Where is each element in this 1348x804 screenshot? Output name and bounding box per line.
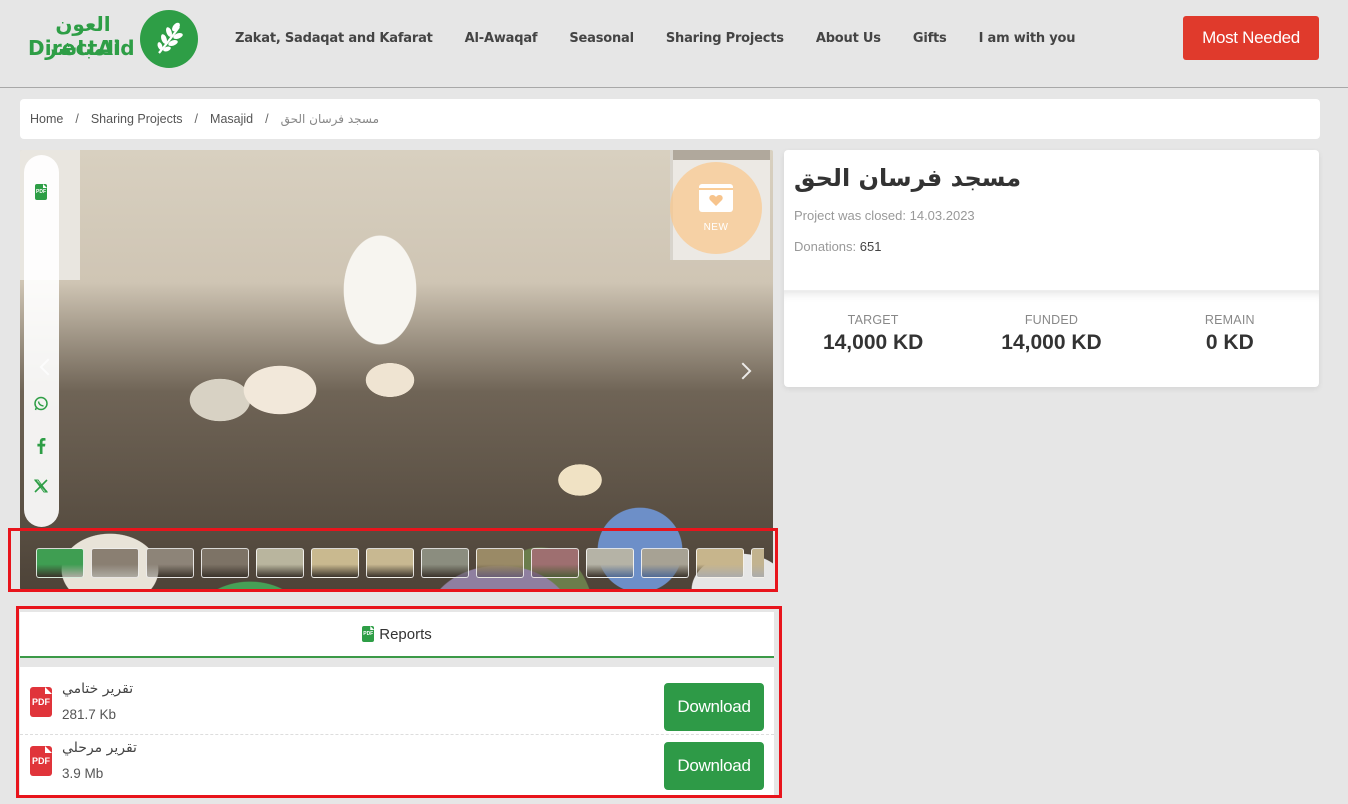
stat-target: TARGET 14,000 KD <box>784 291 962 387</box>
breadcrumb-masajid[interactable]: Masajid <box>210 112 253 126</box>
reports-list: PDF تقرير ختامي 281.7 Kb Download PDF تق… <box>20 667 774 795</box>
report-item: PDF تقرير مرحلي 3.9 Mb Download <box>20 736 774 794</box>
project-closed-date: Project was closed: 14.03.2023 <box>794 208 975 223</box>
gallery-thumbnail[interactable] <box>476 548 524 578</box>
project-title: مسجد فرسان الحق <box>794 164 1022 192</box>
new-badge-label: NEW <box>703 221 729 233</box>
gallery-thumbnail[interactable] <box>146 548 194 578</box>
breadcrumb-separator: / <box>265 112 269 126</box>
report-item: PDF تقرير ختامي 281.7 Kb Download <box>20 677 774 735</box>
stat-remain: REMAIN 0 KD <box>1141 291 1319 387</box>
stat-remain-value: 0 KD <box>1205 331 1254 354</box>
most-needed-button[interactable]: Most Needed <box>1183 16 1319 60</box>
breadcrumb-sharing-projects[interactable]: Sharing Projects <box>91 112 183 126</box>
gallery-thumbnail[interactable] <box>696 548 744 578</box>
donations-label: Donations: <box>794 239 860 254</box>
stat-target-label: TARGET <box>847 313 899 327</box>
gallery-thumbnail[interactable] <box>366 548 414 578</box>
nav-item-about-us[interactable]: About Us <box>816 31 881 46</box>
report-size: 3.9 Mb <box>62 766 104 781</box>
stat-funded: FUNDED 14,000 KD <box>962 291 1140 387</box>
nav-item-i-am-with-you[interactable]: I am with you <box>979 31 1076 46</box>
gift-box-heart-icon <box>699 183 733 212</box>
gallery-thumbnail[interactable] <box>421 548 469 578</box>
nav-item-gifts[interactable]: Gifts <box>913 31 947 46</box>
gallery-thumbnail[interactable] <box>201 548 249 578</box>
stat-remain-label: REMAIN <box>1204 313 1255 327</box>
nav-item-awaqaf[interactable]: Al-Awaqaf <box>465 31 538 46</box>
pdf-file-icon: PDF <box>30 746 52 776</box>
nav-item-zakat[interactable]: Zakat, Sadaqat and Kafarat <box>235 31 433 46</box>
gallery-thumbnail[interactable] <box>531 548 579 578</box>
breadcrumb-home[interactable]: Home <box>30 112 63 126</box>
gallery-thumbnail[interactable] <box>586 548 634 578</box>
gallery-thumbnail[interactable] <box>751 548 764 578</box>
donations-count: Donations: 651 <box>794 239 881 254</box>
breadcrumb-separator: / <box>75 112 79 126</box>
new-badge: NEW <box>670 162 762 254</box>
whatsapp-icon[interactable] <box>32 395 50 413</box>
reports-title: Reports <box>379 625 432 643</box>
wheat-icon <box>140 10 198 68</box>
breadcrumb-separator: / <box>194 112 199 126</box>
gallery-thumbnail[interactable] <box>256 548 304 578</box>
stat-funded-value: 14,000 KD <box>1001 331 1102 354</box>
gallery-thumbnail[interactable] <box>311 548 359 578</box>
download-button[interactable]: Download <box>664 742 764 790</box>
facebook-icon[interactable] <box>32 436 50 454</box>
share-sidebar: PDF <box>24 155 59 527</box>
nav-item-seasonal[interactable]: Seasonal <box>569 31 634 46</box>
funding-stats: TARGET 14,000 KD FUNDED 14,000 KD REMAIN… <box>784 290 1319 387</box>
download-button[interactable]: Download <box>664 683 764 731</box>
project-main-photo[interactable] <box>20 150 773 590</box>
main-nav: Zakat, Sadaqat and Kafarat Al-Awaqaf Sea… <box>235 28 1107 48</box>
donations-value: 651 <box>859 239 882 254</box>
thumbnail-strip <box>36 548 764 578</box>
gallery-thumbnail[interactable] <box>36 548 84 578</box>
site-header: العون المباشر DirectAid Zakat, Sadaqat a… <box>0 0 1348 88</box>
stat-target-value: 14,000 KD <box>822 331 924 354</box>
project-info-card: مسجد فرسان الحق Project was closed: 14.0… <box>784 150 1319 387</box>
stat-funded-label: FUNDED <box>1024 313 1079 327</box>
pdf-file-icon: PDF <box>30 687 52 717</box>
report-name: تقرير ختامي <box>62 681 134 697</box>
gallery-thumbnail[interactable] <box>641 548 689 578</box>
pdf-icon: PDF <box>362 626 375 642</box>
report-name: تقرير مرحلي <box>62 740 137 756</box>
pdf-icon[interactable]: PDF <box>32 183 50 201</box>
directaid-logo[interactable]: العون المباشر DirectAid <box>22 10 202 70</box>
breadcrumb: Home / Sharing Projects / Masajid / مسجد… <box>20 99 1320 139</box>
reports-tab[interactable]: PDF Reports <box>20 612 774 658</box>
breadcrumb-current: مسجد فرسان الحق <box>280 112 380 126</box>
nav-item-sharing-projects[interactable]: Sharing Projects <box>666 31 784 46</box>
logo-english-text: DirectAid <box>28 36 135 60</box>
report-size: 281.7 Kb <box>62 707 117 722</box>
gallery-thumbnail[interactable] <box>91 548 139 578</box>
x-twitter-icon[interactable] <box>32 477 50 495</box>
